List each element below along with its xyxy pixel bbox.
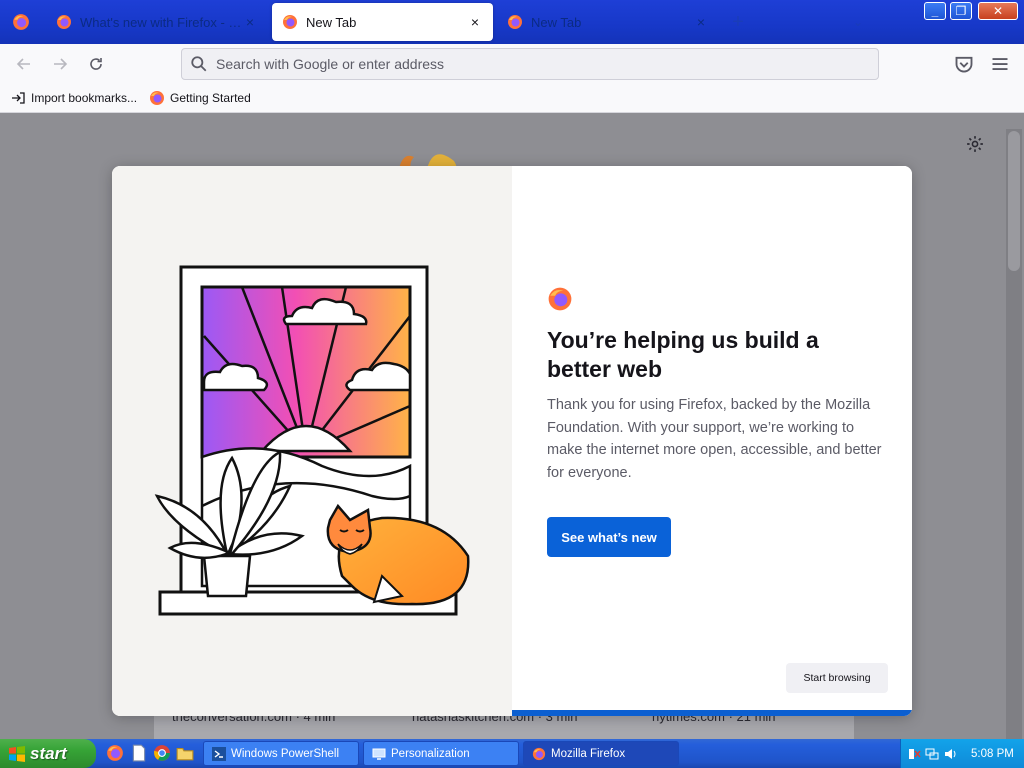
action-center-icon[interactable] bbox=[907, 747, 921, 761]
network-icon[interactable] bbox=[925, 747, 939, 761]
new-tab-button[interactable]: + bbox=[728, 12, 748, 32]
tab-new-tab-active[interactable]: New Tab × bbox=[272, 3, 493, 41]
minimize-button[interactable]: _ bbox=[924, 2, 946, 20]
taskbar-powershell[interactable]: Windows PowerShell bbox=[203, 741, 359, 766]
back-button[interactable] bbox=[12, 52, 36, 76]
forward-arrow-icon bbox=[54, 58, 68, 70]
powershell-icon bbox=[212, 746, 226, 761]
start-browsing-button[interactable]: Start browsing bbox=[786, 663, 888, 693]
modal-title: You’re helping us build a better web bbox=[547, 327, 819, 382]
bookmark-label: Import bookmarks... bbox=[31, 91, 138, 105]
firefox-icon bbox=[548, 287, 572, 311]
firefox-icon bbox=[149, 90, 165, 106]
page-scrollbar[interactable] bbox=[1006, 129, 1022, 739]
tab-label: What's new with Firefox - Mozi bbox=[80, 14, 242, 30]
address-bar[interactable] bbox=[181, 48, 879, 80]
windows-flag-icon bbox=[9, 746, 25, 762]
bookmark-label: Getting Started bbox=[170, 91, 251, 105]
firefox-icon bbox=[283, 15, 297, 29]
forward-button[interactable] bbox=[48, 52, 72, 76]
gear-icon[interactable] bbox=[966, 135, 984, 153]
tab-label: New Tab bbox=[531, 14, 582, 30]
firefox-icon[interactable] bbox=[106, 744, 124, 762]
bookmark-import[interactable]: Import bookmarks... bbox=[10, 90, 137, 106]
modal-illustration-panel bbox=[112, 166, 512, 716]
tab-label: New Tab bbox=[306, 14, 357, 30]
welcome-modal: You’re helping us build a better web Tha… bbox=[112, 166, 912, 716]
url-input[interactable] bbox=[216, 56, 816, 72]
window-fox-illustration bbox=[154, 265, 470, 616]
bookmarks-toolbar: Import bookmarks... Getting Started bbox=[0, 84, 1024, 113]
navigation-toolbar bbox=[0, 44, 1024, 84]
import-icon bbox=[10, 90, 26, 106]
taskbar-firefox[interactable]: Mozilla Firefox bbox=[523, 741, 679, 766]
file-explorer-icon[interactable] bbox=[176, 744, 194, 762]
pocket-icon[interactable] bbox=[954, 54, 974, 74]
document-icon[interactable] bbox=[130, 744, 148, 762]
search-icon bbox=[191, 56, 207, 72]
back-arrow-icon bbox=[16, 58, 30, 70]
firefox-icon bbox=[13, 14, 29, 30]
start-button[interactable]: start bbox=[0, 739, 96, 768]
scrollbar-thumb[interactable] bbox=[1008, 131, 1020, 271]
reload-icon bbox=[90, 58, 102, 70]
taskbar-personalization[interactable]: Personalization bbox=[363, 741, 519, 766]
clock[interactable]: 5:08 PM bbox=[971, 748, 1014, 760]
tab-new-tab[interactable]: New Tab × bbox=[497, 3, 719, 41]
display-icon bbox=[372, 748, 386, 760]
tab-whats-new[interactable]: What's new with Firefox - Mozi × bbox=[46, 3, 268, 41]
reload-button[interactable] bbox=[84, 52, 108, 76]
close-tab-icon[interactable]: × bbox=[693, 14, 709, 30]
start-label: start bbox=[30, 743, 67, 763]
new-tab-page: theconversation.com · 4 min natashaskitc… bbox=[0, 113, 1024, 739]
system-tray: 5:08 PM bbox=[900, 739, 1024, 768]
modal-body-text: Thank you for using Firefox, backed by t… bbox=[547, 397, 882, 481]
firefox-icon bbox=[57, 15, 71, 29]
hamburger-menu-icon[interactable] bbox=[990, 54, 1010, 74]
close-tab-icon[interactable]: × bbox=[242, 14, 258, 30]
close-window-button[interactable]: ✕ bbox=[978, 2, 1018, 20]
firefox-icon bbox=[532, 747, 546, 760]
chrome-icon[interactable] bbox=[153, 744, 171, 762]
task-label: Personalization bbox=[391, 747, 470, 760]
maximize-button[interactable]: ❐ bbox=[950, 2, 972, 20]
list-all-tabs-button[interactable]: ⌄ bbox=[848, 12, 868, 32]
task-label: Mozilla Firefox bbox=[551, 747, 626, 760]
firefox-view-button[interactable] bbox=[0, 0, 42, 44]
windows-taskbar: start Windows PowerShell Personalization… bbox=[0, 739, 1024, 768]
firefox-icon bbox=[508, 15, 522, 29]
bookmark-getting-started[interactable]: Getting Started bbox=[149, 90, 251, 106]
see-whats-new-button[interactable]: See what’s new bbox=[547, 517, 671, 557]
tab-strip: What's new with Firefox - Mozi × New Tab… bbox=[0, 0, 1024, 44]
close-tab-icon[interactable]: × bbox=[467, 14, 483, 30]
volume-icon[interactable] bbox=[943, 747, 957, 761]
onboarding-progress-bar bbox=[512, 710, 912, 716]
task-label: Windows PowerShell bbox=[231, 747, 340, 760]
